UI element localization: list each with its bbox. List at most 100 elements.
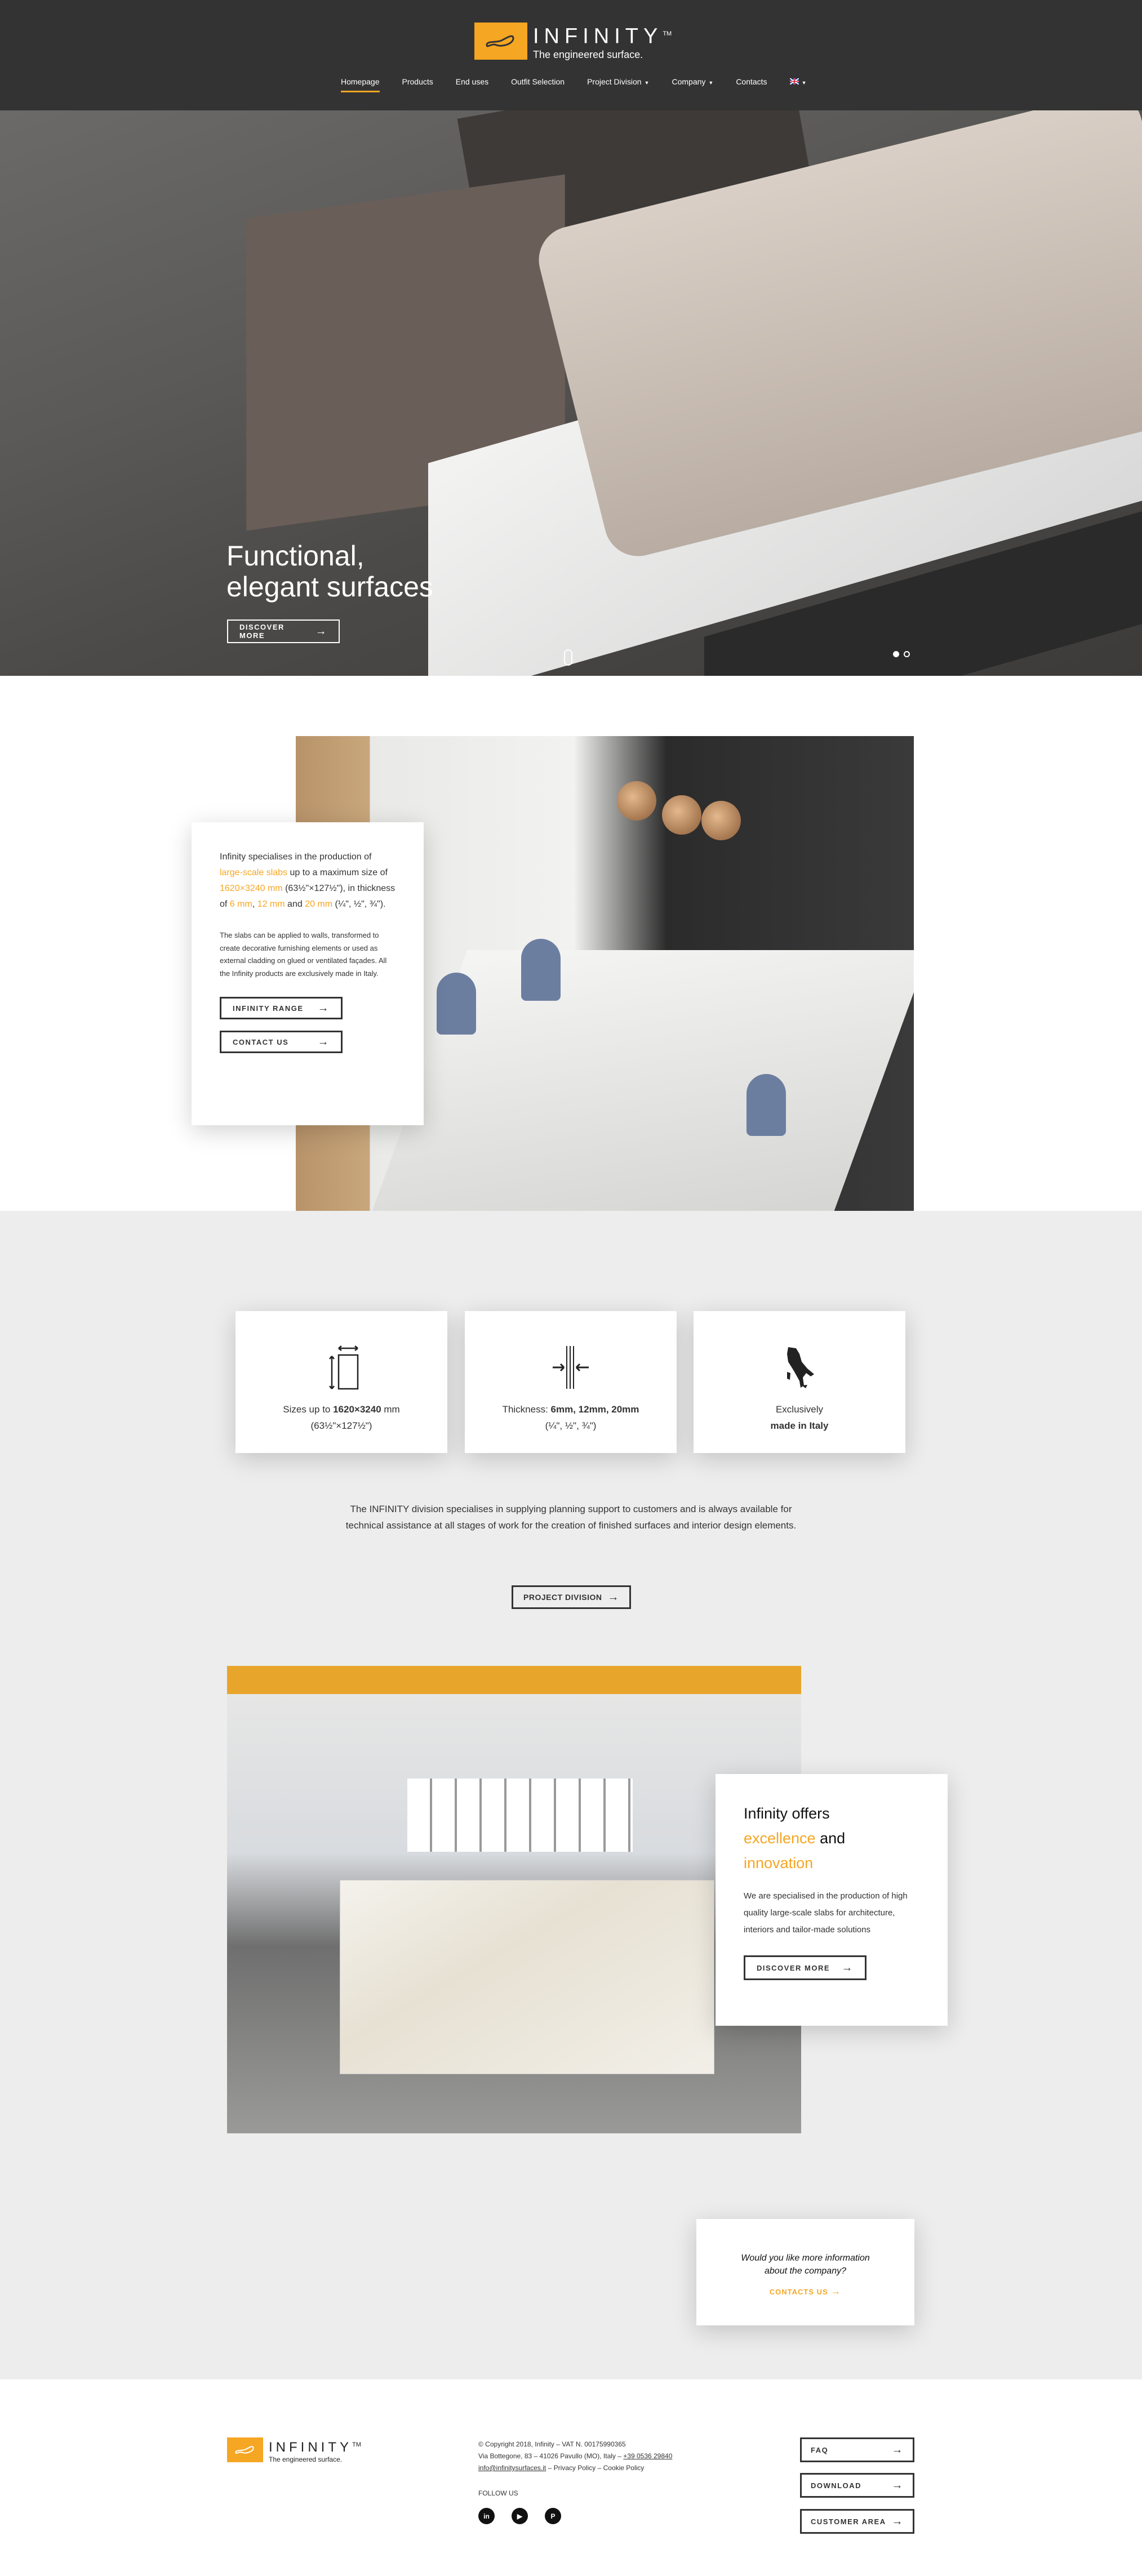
brand-tagline: The engineered surface. bbox=[533, 48, 643, 60]
button-label: DOWNLOAD bbox=[811, 2481, 861, 2490]
intro-lead: Infinity specialises in the production o… bbox=[220, 852, 396, 909]
feature-card-thickness: Thickness: 6mm, 12mm, 20mm (¼", ½", ¾") bbox=[465, 1311, 677, 1453]
button-label: FAQ bbox=[811, 2445, 829, 2454]
feature-text: Exclusively bbox=[775, 1404, 824, 1415]
offer-title: Infinity offers excellence and innovation bbox=[744, 1805, 846, 1871]
infinity-range-button[interactable]: INFINITY RANGE → bbox=[220, 997, 343, 1019]
cookie-policy-link[interactable]: Cookie Policy bbox=[603, 2464, 645, 2472]
feature-subtext: (63½"×127½") bbox=[310, 1420, 372, 1431]
nav-project-division[interactable]: Project Division ▼ bbox=[587, 77, 649, 92]
chair bbox=[746, 1074, 786, 1136]
linkedin-icon[interactable]: in bbox=[478, 2508, 495, 2524]
button-label: INFINITY RANGE bbox=[233, 1004, 304, 1013]
division-text: The INFINITY division specialises in sup… bbox=[345, 1504, 797, 1531]
hero-title: Functional, elegant surfaces bbox=[226, 541, 433, 603]
footer-logo[interactable]: INFINITYTM The engineered surface. bbox=[227, 2437, 361, 2463]
privacy-policy-link[interactable]: Privacy Policy bbox=[554, 2464, 596, 2472]
address: Via Bottegone, 83 – 41026 Pavullo (MO), … bbox=[478, 2452, 624, 2460]
offer-text: We are specialised in the production of … bbox=[744, 1891, 908, 1935]
feature-card-italy: Exclusively made in Italy bbox=[694, 1311, 905, 1453]
italy-map-icon bbox=[787, 1347, 814, 1388]
pendant-lamp bbox=[617, 781, 656, 821]
download-button[interactable]: DOWNLOAD → bbox=[800, 2473, 914, 2498]
brand-name: INFINITY bbox=[269, 2440, 352, 2455]
button-label: DISCOVER MORE bbox=[239, 623, 285, 640]
main-nav: Homepage Products End uses Outfit Select… bbox=[341, 77, 806, 92]
brand-tagline: The engineered surface. bbox=[269, 2455, 343, 2463]
button-label: CONTACT US bbox=[233, 1037, 289, 1046]
email-link[interactable]: info@infinitysurfaces.it bbox=[478, 2464, 546, 2472]
caret-down-icon: ▼ bbox=[644, 80, 650, 86]
infinity-logo-icon bbox=[227, 2437, 263, 2462]
crane-beam bbox=[227, 1666, 801, 1694]
nav-contacts[interactable]: Contacts bbox=[736, 77, 767, 92]
infinity-logo-icon bbox=[474, 23, 527, 60]
arrow-right-icon: → bbox=[891, 2515, 904, 2528]
copyright: © Copyright 2018, Infinity – VAT N. 0017… bbox=[478, 2440, 626, 2448]
faq-button[interactable]: FAQ → bbox=[800, 2437, 914, 2462]
arrow-right-icon: → bbox=[891, 2443, 904, 2456]
arrow-right-icon: → bbox=[315, 625, 327, 638]
chair bbox=[521, 939, 561, 1001]
button-label: PROJECT DIVISION bbox=[523, 1593, 602, 1602]
phone-link[interactable]: +39 0536 29840 bbox=[623, 2452, 672, 2460]
pendant-lamp bbox=[701, 801, 741, 840]
arrow-right-icon: → bbox=[317, 1035, 330, 1048]
pendant-lamp bbox=[662, 795, 701, 835]
feature-subtext: (¼", ½", ¾") bbox=[545, 1420, 597, 1431]
brand-name: INFINITY bbox=[533, 24, 663, 48]
hero-discover-more-button[interactable]: DISCOVER MORE → bbox=[227, 620, 340, 643]
uk-flag-icon bbox=[789, 78, 799, 85]
footer-info: © Copyright 2018, Infinity – VAT N. 0017… bbox=[478, 2439, 672, 2474]
brand-logo[interactable]: INFINITYTM The engineered surface. bbox=[474, 23, 672, 61]
hero-title-line: elegant surfaces bbox=[226, 571, 433, 603]
contact-us-button[interactable]: CONTACT US → bbox=[220, 1031, 343, 1053]
project-division-button[interactable]: PROJECT DIVISION → bbox=[512, 1585, 631, 1609]
nav-company[interactable]: Company ▼ bbox=[672, 77, 713, 92]
offer-discover-more-button[interactable]: DISCOVER MORE → bbox=[744, 1955, 867, 1980]
feature-subtext: made in Italy bbox=[770, 1420, 829, 1431]
contacts-us-link[interactable]: CONTACTS US → bbox=[696, 2285, 914, 2297]
caret-down-icon: ▼ bbox=[801, 80, 807, 86]
intro-body: The slabs can be applied to walls, trans… bbox=[220, 931, 387, 978]
more-info-question: Would you like more information about th… bbox=[741, 2253, 870, 2276]
slide-dot-2[interactable] bbox=[904, 651, 910, 657]
nav-products[interactable]: Products bbox=[402, 77, 433, 92]
arrow-right-icon: → bbox=[830, 2285, 842, 2297]
arrow-right-icon: → bbox=[607, 1590, 619, 1603]
more-info-card: Would you like more information about th… bbox=[696, 2219, 914, 2325]
scroll-down-icon[interactable] bbox=[564, 649, 572, 666]
pinterest-icon[interactable]: P bbox=[545, 2508, 561, 2524]
offer-card: Infinity offers excellence and innovation … bbox=[716, 1774, 948, 2026]
trademark: TM bbox=[352, 2441, 361, 2448]
youtube-icon[interactable]: ▶ bbox=[512, 2508, 528, 2524]
arrow-right-icon: → bbox=[317, 1001, 330, 1014]
customer-area-button[interactable]: CUSTOMER AREA → bbox=[800, 2509, 914, 2534]
intro-card: Infinity specialises in the production o… bbox=[192, 822, 424, 1125]
social-links: in ▶ P bbox=[478, 2508, 561, 2524]
marble-slab bbox=[340, 1880, 714, 2074]
button-label: DISCOVER MORE bbox=[757, 1963, 830, 1972]
arrow-right-icon: → bbox=[891, 2479, 904, 2492]
nav-homepage[interactable]: Homepage bbox=[341, 77, 380, 92]
slider-dots bbox=[893, 651, 910, 657]
hero-slider bbox=[0, 110, 1142, 676]
caret-down-icon: ▼ bbox=[708, 80, 714, 86]
site-header: INFINITYTM The engineered surface. Homep… bbox=[0, 0, 1142, 110]
follow-us-label: FOLLOW US bbox=[478, 2489, 518, 2497]
factory-windows bbox=[407, 1779, 633, 1852]
nav-outfit-selection[interactable]: Outfit Selection bbox=[511, 77, 565, 92]
thickness-icon bbox=[553, 1346, 589, 1389]
trademark: TM bbox=[663, 30, 672, 37]
chair bbox=[437, 973, 476, 1035]
slide-dot-1[interactable] bbox=[893, 651, 899, 657]
nav-label: Company bbox=[672, 77, 706, 86]
nav-label: Project Division bbox=[587, 77, 642, 86]
nav-end-uses[interactable]: End uses bbox=[456, 77, 488, 92]
size-icon bbox=[329, 1345, 359, 1390]
arrow-right-icon: → bbox=[841, 1961, 854, 1974]
button-label: CUSTOMER AREA bbox=[811, 2517, 886, 2526]
feature-card-size: Sizes up to 1620×3240 mm (63½"×127½") bbox=[235, 1311, 447, 1453]
hero-title-line: Functional, bbox=[226, 540, 365, 572]
language-selector[interactable]: ▼ bbox=[789, 77, 807, 92]
